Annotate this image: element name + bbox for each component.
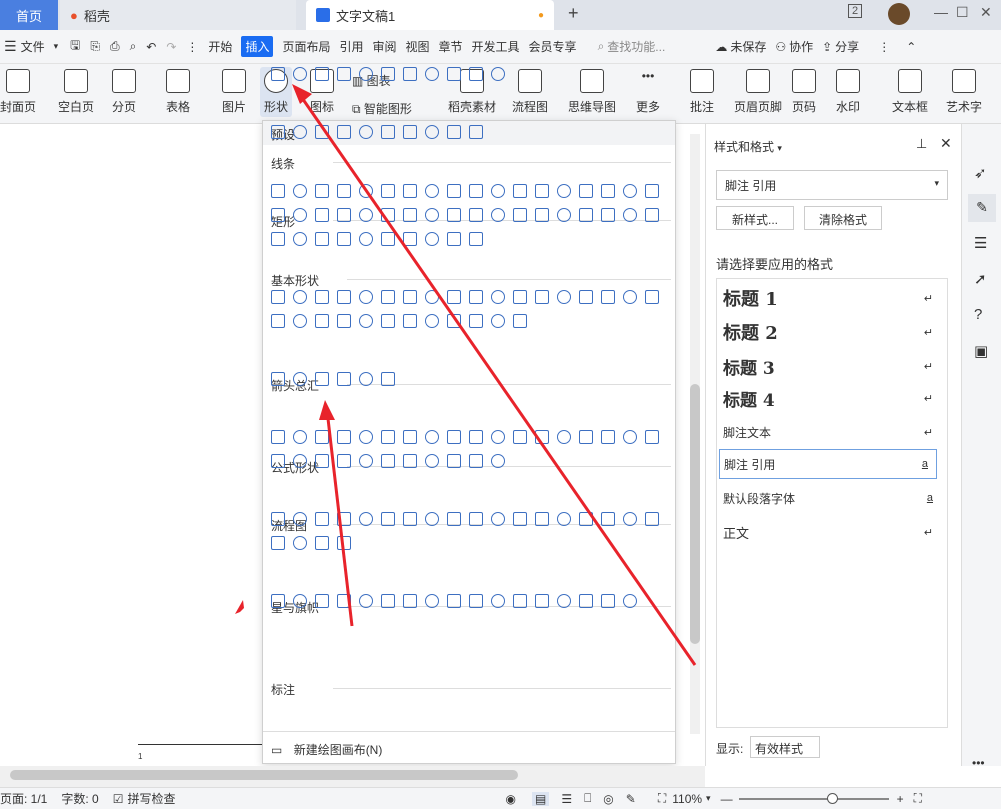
annotation-arrow-short	[325, 409, 354, 627]
annotation-arrow-long	[298, 94, 697, 666]
annotation-arrowhead	[292, 84, 312, 104]
annotation-small-arrow	[235, 600, 244, 614]
annotation-arrowhead	[319, 400, 335, 420]
annotation-arrows	[235, 84, 697, 666]
